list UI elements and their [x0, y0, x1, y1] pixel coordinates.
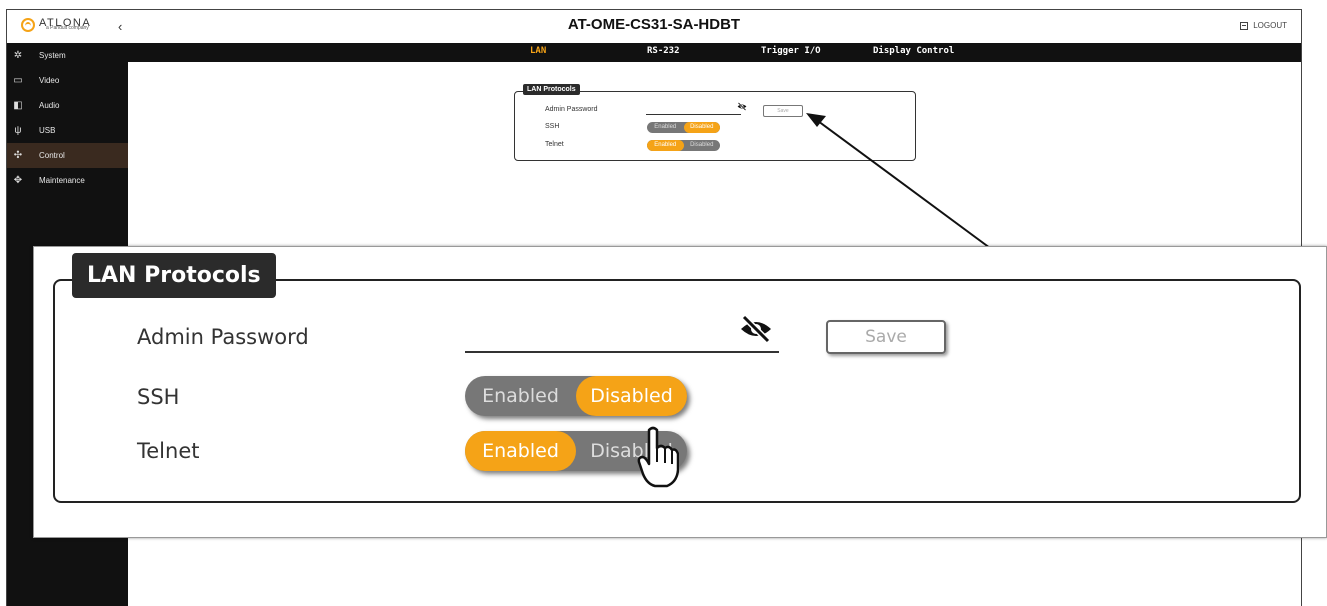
speaker-icon: ◧: [13, 100, 23, 111]
logout-label: LOGOUT: [1253, 21, 1287, 30]
telnet-disabled-option[interactable]: Disabled: [684, 140, 721, 151]
lan-protocols-card-zoomed: LAN Protocols Admin Password Save SSH En…: [53, 253, 1301, 503]
control-icon: ✣: [13, 150, 23, 161]
top-bar: ATLONA a Panduit company ‹ AT-OME-CS31-S…: [7, 10, 1301, 44]
sidebar-item-video[interactable]: ▭ Video: [7, 68, 128, 93]
sidebar-item-maintenance[interactable]: ✥ Maintenance: [7, 168, 128, 193]
save-button[interactable]: Save: [763, 105, 803, 117]
ssh-enabled-option-zoomed[interactable]: Enabled: [465, 376, 576, 416]
gear-icon: ✲: [13, 50, 23, 61]
hide-password-icon[interactable]: [737, 102, 747, 113]
eye-slash-icon[interactable]: [739, 315, 773, 343]
usb-icon: ψ: [14, 125, 22, 136]
admin-password-label: Admin Password: [545, 106, 598, 113]
save-button-zoomed[interactable]: Save: [826, 320, 946, 354]
logout-button[interactable]: LOGOUT: [1240, 21, 1287, 30]
tab-display-control[interactable]: Display Control: [873, 46, 954, 56]
ssh-toggle[interactable]: Enabled Disabled: [647, 122, 720, 133]
tab-rs-232[interactable]: RS-232: [647, 46, 680, 56]
tab-trigger-io[interactable]: Trigger I/O: [761, 46, 821, 56]
ssh-label-zoomed: SSH: [137, 385, 180, 409]
sidebar-item-label: USB: [39, 126, 56, 135]
telnet-enabled-option-zoomed[interactable]: Enabled: [465, 431, 576, 471]
tab-bar: LAN RS-232 Trigger I/O Display Control: [128, 43, 1301, 62]
ssh-enabled-option[interactable]: Enabled: [647, 122, 684, 133]
telnet-label: Telnet: [545, 141, 564, 148]
pointer-hand-icon: [637, 426, 679, 488]
eye-slash-icon: [737, 102, 747, 111]
ssh-disabled-option-zoomed[interactable]: Disabled: [576, 376, 687, 416]
sidebar-item-system[interactable]: ✲ System: [7, 43, 128, 68]
sidebar-item-usb[interactable]: ψ USB: [7, 118, 128, 143]
telnet-enabled-option[interactable]: Enabled: [647, 140, 684, 151]
sidebar-item-control[interactable]: ✣ Control: [7, 143, 128, 168]
ssh-toggle-zoomed[interactable]: Enabled Disabled: [465, 376, 687, 416]
ssh-disabled-option[interactable]: Disabled: [683, 122, 720, 133]
telnet-toggle[interactable]: Enabled Disabled: [647, 140, 720, 151]
sidebar-item-label: Audio: [39, 101, 60, 110]
sidebar-item-label: Video: [39, 76, 60, 85]
admin-password-label-zoomed: Admin Password: [137, 325, 309, 349]
zoom-callout: LAN Protocols Admin Password Save SSH En…: [33, 246, 1327, 538]
lan-protocols-legend: LAN Protocols: [523, 84, 580, 95]
sidebar-item-audio[interactable]: ◧ Audio: [7, 93, 128, 118]
admin-password-input-zoomed[interactable]: [465, 351, 779, 353]
page-title: AT-OME-CS31-SA-HDBT: [567, 16, 741, 33]
monitor-icon: ▭: [13, 75, 23, 86]
tab-lan[interactable]: LAN: [530, 46, 546, 56]
telnet-label-zoomed: Telnet: [137, 439, 200, 463]
ssh-label: SSH: [545, 123, 560, 130]
lan-protocols-legend-zoomed: LAN Protocols: [72, 253, 276, 298]
maintenance-icon: ✥: [13, 175, 23, 186]
logout-icon: [1240, 21, 1249, 30]
sidebar-item-label: Maintenance: [39, 176, 85, 185]
lan-protocols-card: LAN Protocols Admin Password Save SSH En…: [514, 84, 916, 161]
admin-password-input[interactable]: [646, 114, 741, 115]
sidebar-item-label: Control: [39, 151, 65, 160]
sidebar-item-label: System: [39, 51, 66, 60]
